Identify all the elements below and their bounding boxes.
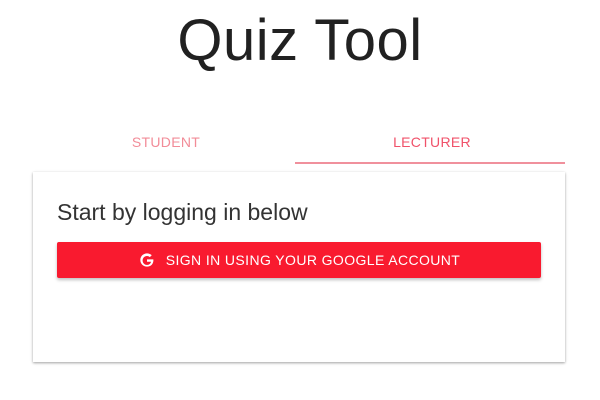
role-tabs: STUDENT LECTURER (33, 120, 565, 164)
google-sign-in-label: SIGN IN USING YOUR GOOGLE ACCOUNT (165, 252, 461, 268)
app-title: Quiz Tool (177, 8, 423, 73)
tab-student[interactable]: STUDENT (33, 120, 299, 164)
google-icon (138, 251, 156, 269)
login-card: Start by logging in below SIGN IN USING … (33, 172, 565, 362)
login-heading: Start by logging in below (57, 199, 308, 225)
tab-lecturer[interactable]: LECTURER (299, 120, 565, 164)
active-tab-indicator (295, 162, 565, 164)
quiz-tool-page: Quiz Tool STUDENT LECTURER Start by logg… (0, 0, 600, 400)
google-sign-in-button[interactable]: SIGN IN USING YOUR GOOGLE ACCOUNT (57, 242, 541, 278)
